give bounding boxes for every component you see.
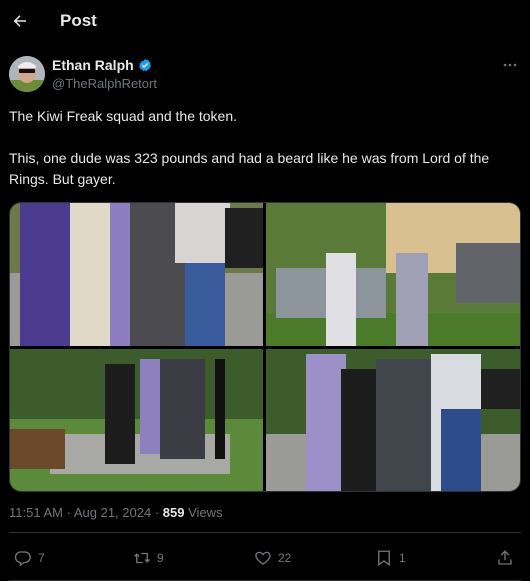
tweet-meta: 11:51 AM · Aug 21, 2024 · 859 Views [9,505,223,520]
verified-badge-icon [138,58,152,72]
tweet-time[interactable]: 11:51 AM [9,505,63,520]
tweet-date[interactable]: Aug 21, 2024 [74,505,151,520]
photo-4[interactable] [266,349,520,491]
share-icon [498,550,512,565]
photo-3-image [10,349,263,491]
bookmark-count: 1 [399,551,406,565]
avatar[interactable] [9,56,45,92]
bookmark-button[interactable]: 1 [375,546,406,570]
more-options-button[interactable] [500,58,520,72]
back-button[interactable] [10,11,30,31]
author-name[interactable]: Ethan Ralph [52,57,134,73]
author-name-row: Ethan Ralph [52,57,152,73]
views-count: 859 [162,505,185,520]
photo-1-image [10,203,263,346]
like-count: 22 [278,551,292,565]
like-button[interactable]: 22 [254,546,291,570]
photo-4-image [266,349,520,491]
author-handle[interactable]: @TheRalphRetort [52,76,157,91]
divider [9,532,521,533]
repost-button[interactable]: 9 [133,546,164,570]
tweet-paragraph-2: This, one dude was 323 pounds and had a … [9,150,490,187]
avatar-image [9,56,45,92]
media-grid [9,202,521,492]
meta-separator-2: · [154,505,160,520]
share-button[interactable] [496,546,514,570]
tweet-text: The Kiwi Freak squad and the token. This… [9,106,521,190]
views-label: Views [188,505,223,520]
reply-count: 7 [38,551,45,565]
reply-button[interactable]: 7 [14,546,45,570]
repost-icon [134,552,150,564]
bookmark-icon [378,550,390,567]
top-bar: Post [0,0,530,42]
photo-3[interactable] [10,349,263,491]
back-arrow-icon [13,15,26,27]
photo-2[interactable] [266,203,520,346]
more-options-icon [503,63,517,67]
photo-1[interactable] [10,203,263,346]
page-title: Post [60,11,97,30]
meta-separator: · [66,505,71,520]
tweet-paragraph-1: The Kiwi Freak squad and the token. [9,108,238,124]
reply-icon [14,551,31,567]
like-icon [255,551,271,565]
repost-count: 9 [157,551,164,565]
action-bar: 7 9 22 1 [0,546,530,570]
photo-2-image [266,203,520,346]
